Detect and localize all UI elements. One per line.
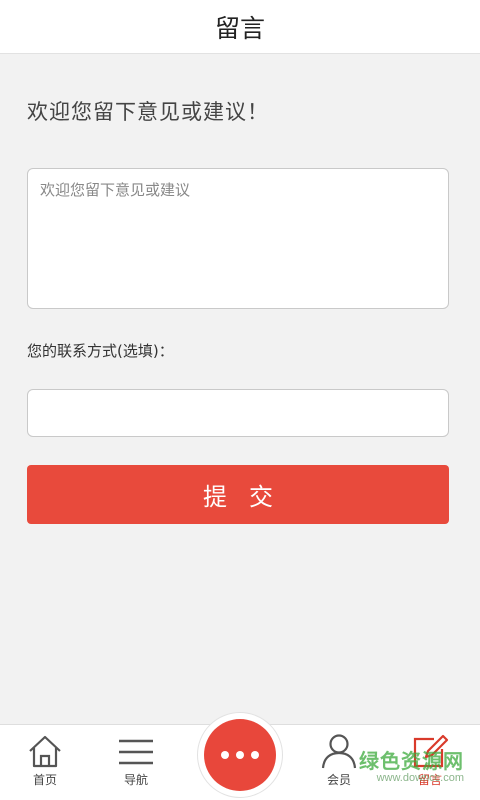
home-icon [29,735,61,768]
user-icon [321,734,357,769]
message-textarea[interactable] [27,168,449,309]
tab-home-label: 首页 [32,773,57,787]
tab-member[interactable]: 会员 [303,725,375,800]
more-dots-icon [221,751,259,759]
submit-button[interactable]: 提交 [27,465,449,524]
tab-nav[interactable]: 导航 [100,725,172,800]
top-bar: 留言 [0,0,480,54]
contact-label: 您的联系方式(选填)： [27,342,174,360]
welcome-heading: 欢迎您留下意见或建议！ [27,100,269,124]
tab-member-label: 会员 [326,773,351,787]
page-title: 留言 [214,13,265,43]
menu-icon [119,739,153,765]
edit-icon [413,734,449,768]
contact-input[interactable] [27,389,449,437]
tab-home[interactable]: 首页 [9,725,81,800]
tab-message[interactable]: 留言 [394,725,466,800]
more-button[interactable] [204,719,276,791]
tab-message-label: 留言 [417,773,442,787]
tab-nav-label: 导航 [123,773,148,787]
